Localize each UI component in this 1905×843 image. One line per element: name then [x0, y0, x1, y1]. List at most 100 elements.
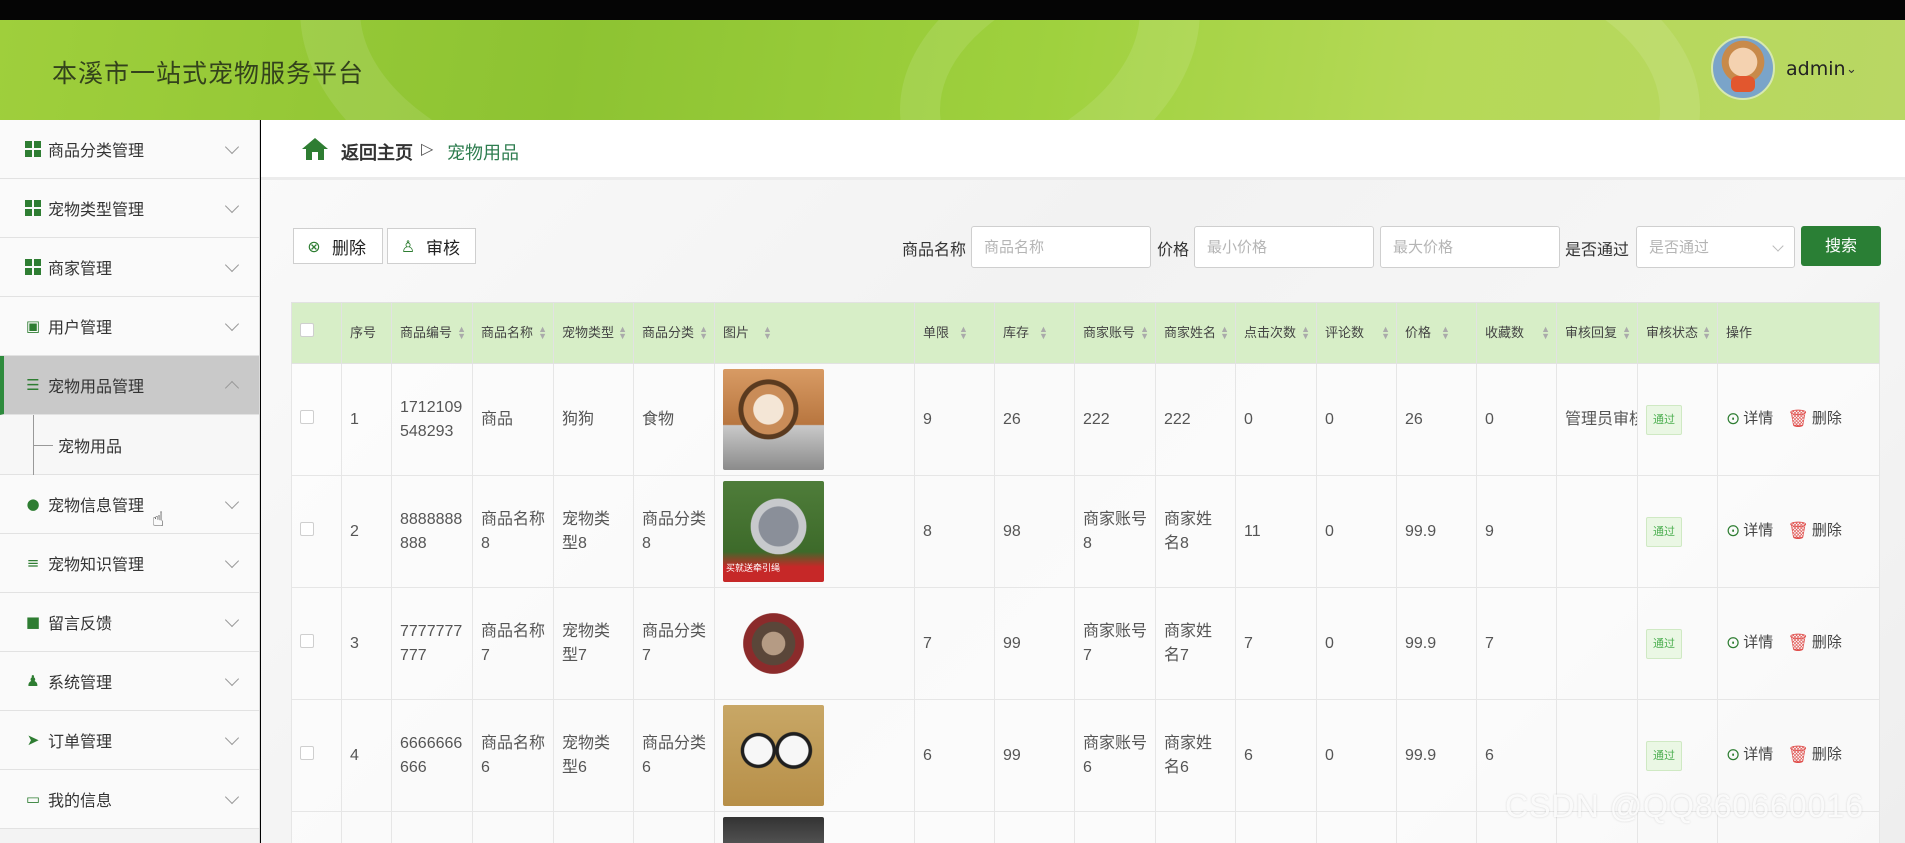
- delete-button[interactable]: 🗑 删除: [1787, 743, 1842, 767]
- detail-button[interactable]: ⊙ 详情: [1726, 631, 1773, 655]
- sidebar-item-pet-type[interactable]: 宠物类型管理: [0, 179, 259, 238]
- column-header[interactable]: 图片 ▲ ▼: [714, 302, 915, 364]
- select-all-checkbox[interactable]: [300, 323, 314, 337]
- row-select-cell[interactable]: [291, 475, 342, 588]
- sort-icon[interactable]: ▲ ▼: [538, 325, 547, 341]
- column-header[interactable]: 商品名称 ▲ ▼: [472, 302, 554, 364]
- trash-icon: 🗑: [1787, 633, 1809, 652]
- product-image-pet-bed[interactable]: [723, 593, 824, 694]
- sidebar-item-merchant[interactable]: 商家管理: [0, 238, 259, 297]
- clipboard-icon: ▣: [25, 317, 41, 335]
- search-button[interactable]: 搜索: [1801, 226, 1881, 266]
- product-image-harness[interactable]: 买就送牵引绳: [723, 481, 824, 582]
- product-image-bowls[interactable]: [723, 705, 824, 806]
- sort-icon[interactable]: ▲ ▼: [618, 325, 627, 341]
- detail-button[interactable]: ⊙ 详情: [1726, 407, 1773, 431]
- column-header[interactable]: 点击次数 ▲ ▼: [1235, 302, 1317, 364]
- sidebar-subitem-pet-supplies[interactable]: 宠物用品: [0, 415, 259, 475]
- row-select-cell[interactable]: [291, 699, 342, 812]
- product-image-partial[interactable]: [723, 816, 824, 843]
- sidebar-item-label: 订单管理: [48, 732, 113, 751]
- column-header[interactable]: 商品分类 ▲ ▼: [633, 302, 715, 364]
- cell-comments: 0: [1316, 475, 1397, 588]
- column-header[interactable]: 评论数 ▲ ▼: [1316, 302, 1397, 364]
- cell-no: 1: [341, 363, 392, 476]
- sidebar-item-label: 宠物知识管理: [48, 555, 145, 574]
- home-icon[interactable]: [301, 137, 329, 161]
- app-title: 本溪市一站式宠物服务平台: [52, 59, 365, 88]
- sort-icon[interactable]: ▲ ▼: [1441, 325, 1450, 341]
- cell-status: 通过: [1637, 363, 1718, 476]
- batch-delete-button[interactable]: ⊗ 删除: [293, 228, 383, 264]
- cell-merchant-name: 商家姓名8: [1155, 475, 1236, 588]
- cell-code: 6666666666: [391, 699, 473, 812]
- sidebar-item-orders[interactable]: ➤ 订单管理: [0, 711, 259, 770]
- sort-icon[interactable]: ▲ ▼: [1702, 325, 1711, 341]
- sidebar-item-pet-knowledge[interactable]: ≡ 宠物知识管理: [0, 534, 259, 593]
- cell-image: [714, 811, 915, 843]
- audit-button[interactable]: ♙ 审核: [387, 228, 476, 264]
- column-header[interactable]: 商家账号 ▲ ▼: [1074, 302, 1156, 364]
- row-select-cell[interactable]: [291, 587, 342, 700]
- column-header[interactable]: 审核回复 ▲ ▼: [1556, 302, 1638, 364]
- row-checkbox[interactable]: [300, 521, 314, 536]
- product-name-input[interactable]: 商品名称: [971, 226, 1151, 268]
- breadcrumb-home-link[interactable]: 返回主页: [341, 139, 413, 165]
- row-checkbox[interactable]: [300, 633, 314, 648]
- column-header[interactable]: 商品编号 ▲ ▼: [391, 302, 473, 364]
- user-name[interactable]: admin: [1786, 58, 1846, 80]
- column-header[interactable]: 审核状态 ▲ ▼: [1637, 302, 1718, 364]
- product-image-dog[interactable]: [723, 369, 824, 470]
- min-price-input[interactable]: 最小价格: [1194, 226, 1374, 268]
- cell-stock: 99: [994, 699, 1075, 812]
- sort-icon[interactable]: ▲ ▼: [763, 325, 772, 341]
- row-select-cell[interactable]: [291, 363, 342, 476]
- column-header[interactable]: 单限 ▲ ▼: [914, 302, 995, 364]
- column-header[interactable]: 收藏数 ▲ ▼: [1476, 302, 1557, 364]
- sort-icon[interactable]: ▲ ▼: [1140, 325, 1149, 341]
- cell-name: 商品名称8: [472, 475, 554, 588]
- chevron-down-icon[interactable]: ⌄: [1846, 62, 1857, 77]
- detail-button[interactable]: ⊙ 详情: [1726, 743, 1773, 767]
- sidebar-subitem-label: 宠物用品: [58, 436, 123, 456]
- sidebar-item-product-category[interactable]: 商品分类管理: [0, 120, 259, 179]
- sort-icon[interactable]: ▲ ▼: [1622, 325, 1631, 341]
- sidebar-item-user[interactable]: ▣ 用户管理: [0, 297, 259, 356]
- sort-icon[interactable]: ▲ ▼: [1301, 325, 1310, 341]
- select-all-header[interactable]: [291, 302, 342, 364]
- sort-icon[interactable]: ▲ ▼: [1220, 325, 1229, 341]
- cell-image: [714, 587, 915, 700]
- column-header[interactable]: 商家姓名 ▲ ▼: [1155, 302, 1236, 364]
- sort-icon[interactable]: ▲ ▼: [959, 325, 968, 341]
- delete-button[interactable]: 🗑 删除: [1787, 519, 1842, 543]
- sidebar-item-feedback[interactable]: ■ 留言反馈: [0, 593, 259, 652]
- trash-icon: 🗑: [1787, 409, 1809, 428]
- sort-icon[interactable]: ▲ ▼: [457, 325, 466, 341]
- cell-merchant-account: 222: [1074, 363, 1156, 476]
- sidebar-item-pet-info[interactable]: ● 宠物信息管理: [0, 475, 259, 534]
- sort-icon[interactable]: ▲ ▼: [1541, 325, 1550, 341]
- detail-button[interactable]: ⊙ 详情: [1726, 519, 1773, 543]
- sort-icon[interactable]: ▲ ▼: [1039, 325, 1048, 341]
- sidebar-item-my-info[interactable]: ▭ 我的信息: [0, 770, 259, 829]
- sidebar-item-system[interactable]: ♟ 系统管理: [0, 652, 259, 711]
- sort-icon[interactable]: ▲ ▼: [699, 325, 708, 341]
- chevron-down-icon: [224, 139, 240, 155]
- sidebar-item-label: 宠物类型管理: [48, 200, 145, 219]
- delete-button[interactable]: 🗑 删除: [1787, 631, 1842, 655]
- cell-favorites: 7: [1476, 587, 1557, 700]
- max-price-input[interactable]: 最大价格: [1380, 226, 1560, 268]
- column-header[interactable]: 价格 ▲ ▼: [1396, 302, 1477, 364]
- sidebar-item-pet-supplies[interactable]: ☰ 宠物用品管理: [0, 356, 259, 415]
- grid-icon: [24, 258, 42, 276]
- cell-no: 2: [341, 475, 392, 588]
- sort-icon[interactable]: ▲ ▼: [1381, 325, 1390, 341]
- cell-merchant-name: 商家姓名6: [1155, 699, 1236, 812]
- row-checkbox[interactable]: [300, 745, 314, 760]
- column-header[interactable]: 宠物类型 ▲ ▼: [553, 302, 634, 364]
- user-avatar[interactable]: [1711, 36, 1775, 100]
- delete-button[interactable]: 🗑 删除: [1787, 407, 1842, 431]
- column-header[interactable]: 库存 ▲ ▼: [994, 302, 1075, 364]
- row-checkbox[interactable]: [300, 409, 314, 424]
- approved-select[interactable]: 是否通过: [1636, 226, 1795, 268]
